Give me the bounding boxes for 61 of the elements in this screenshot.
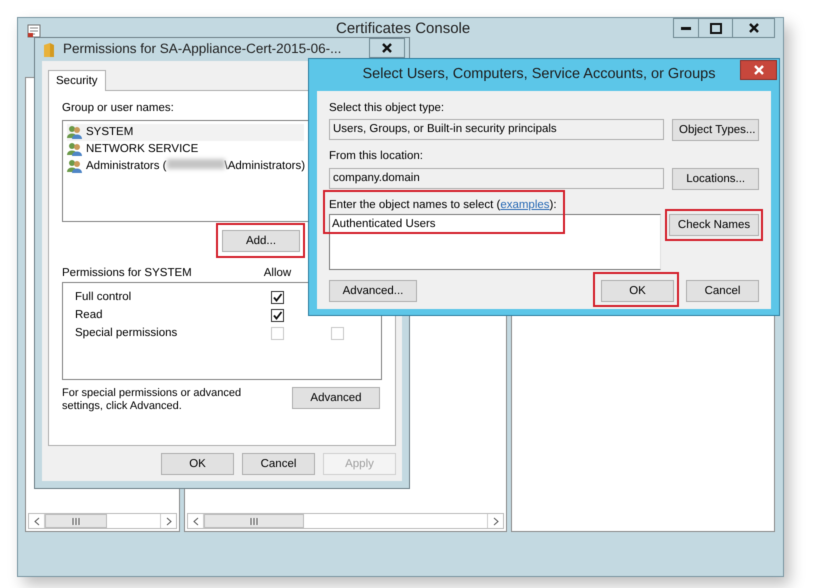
close-icon xyxy=(752,64,764,76)
object-types-button[interactable]: Object Types... xyxy=(672,119,759,142)
dialog-title: Permissions for SA-Appliance-Cert-2015-06-... xyxy=(63,41,342,58)
chevron-left-icon xyxy=(34,516,40,526)
close-button[interactable] xyxy=(369,38,405,58)
user-item[interactable]: Administrators ( \Administrators) xyxy=(67,158,304,175)
maximize-button[interactable] xyxy=(699,18,733,38)
permission-name: Full control xyxy=(75,290,132,304)
chevron-right-icon xyxy=(166,516,172,526)
allow-header: Allow xyxy=(264,266,292,280)
console-icon xyxy=(27,24,41,38)
close-button[interactable] xyxy=(740,60,777,80)
folder-icon xyxy=(43,42,55,58)
user-list[interactable]: SYSTEM NETWORK SERVICE Administrators ( \Administrators) xyxy=(62,120,308,222)
maximize-icon xyxy=(710,22,722,34)
user-item[interactable]: NETWORK SERVICE xyxy=(67,140,304,158)
check-names-button[interactable]: Check Names xyxy=(669,214,759,236)
object-type-label: Select this object type: xyxy=(329,101,444,116)
users-icon xyxy=(67,159,83,174)
dialog-button[interactable]: OK xyxy=(161,453,234,476)
check-icon xyxy=(272,310,283,320)
group-label: Group or user names: xyxy=(62,101,174,116)
examples-link[interactable]: examples xyxy=(500,198,550,211)
redacted-text xyxy=(166,158,225,169)
user-item[interactable]: SYSTEM xyxy=(67,124,304,141)
cancel-button[interactable]: Cancel xyxy=(686,280,759,302)
advanced-note: For special permissions or advanced settings, click Advanced. xyxy=(62,387,242,414)
grip-icon xyxy=(71,518,81,524)
chevron-left-icon xyxy=(192,516,198,526)
location-field[interactable]: company.domain xyxy=(329,168,664,189)
close-button[interactable] xyxy=(733,18,775,38)
users-icon xyxy=(67,125,83,140)
check-icon xyxy=(272,292,283,302)
locations-button[interactable]: Locations... xyxy=(672,168,759,190)
location-label: From this location: xyxy=(329,149,423,164)
add-button[interactable]: Add... xyxy=(222,230,300,252)
names-label: Enter the object names to select (examples): xyxy=(329,198,557,212)
close-icon xyxy=(381,42,393,54)
names-field[interactable]: Authenticated Users xyxy=(329,214,661,270)
minimize-icon xyxy=(681,26,691,30)
grip-icon xyxy=(249,518,259,524)
window-title: Certificates Console xyxy=(336,20,470,39)
allow-checkbox[interactable] xyxy=(271,308,284,322)
scroll-bar[interactable] xyxy=(28,513,177,529)
users-icon xyxy=(67,142,83,156)
permission-name: Read xyxy=(75,308,104,322)
advanced-button[interactable]: Advanced... xyxy=(329,280,417,302)
allow-checkbox[interactable] xyxy=(271,290,284,304)
permissions-label: Permissions for SYSTEM xyxy=(62,266,192,280)
close-icon xyxy=(748,22,760,34)
advanced-button[interactable]: Advanced xyxy=(292,387,380,410)
chevron-right-icon xyxy=(492,516,498,526)
dialog-button: Apply xyxy=(323,453,396,476)
scroll-bar[interactable] xyxy=(187,513,504,529)
tab[interactable]: Security xyxy=(48,70,106,92)
permission-name: Special permissions xyxy=(75,326,178,340)
dialog-button[interactable]: Cancel xyxy=(242,453,315,476)
object-type-field[interactable]: Users, Groups, or Built-in security principals xyxy=(329,119,664,140)
dialog-title: Select Users, Computers, Service Accounts, or Groups xyxy=(362,65,716,84)
minimize-button[interactable] xyxy=(673,18,699,38)
ok-button[interactable]: OK xyxy=(601,280,674,302)
